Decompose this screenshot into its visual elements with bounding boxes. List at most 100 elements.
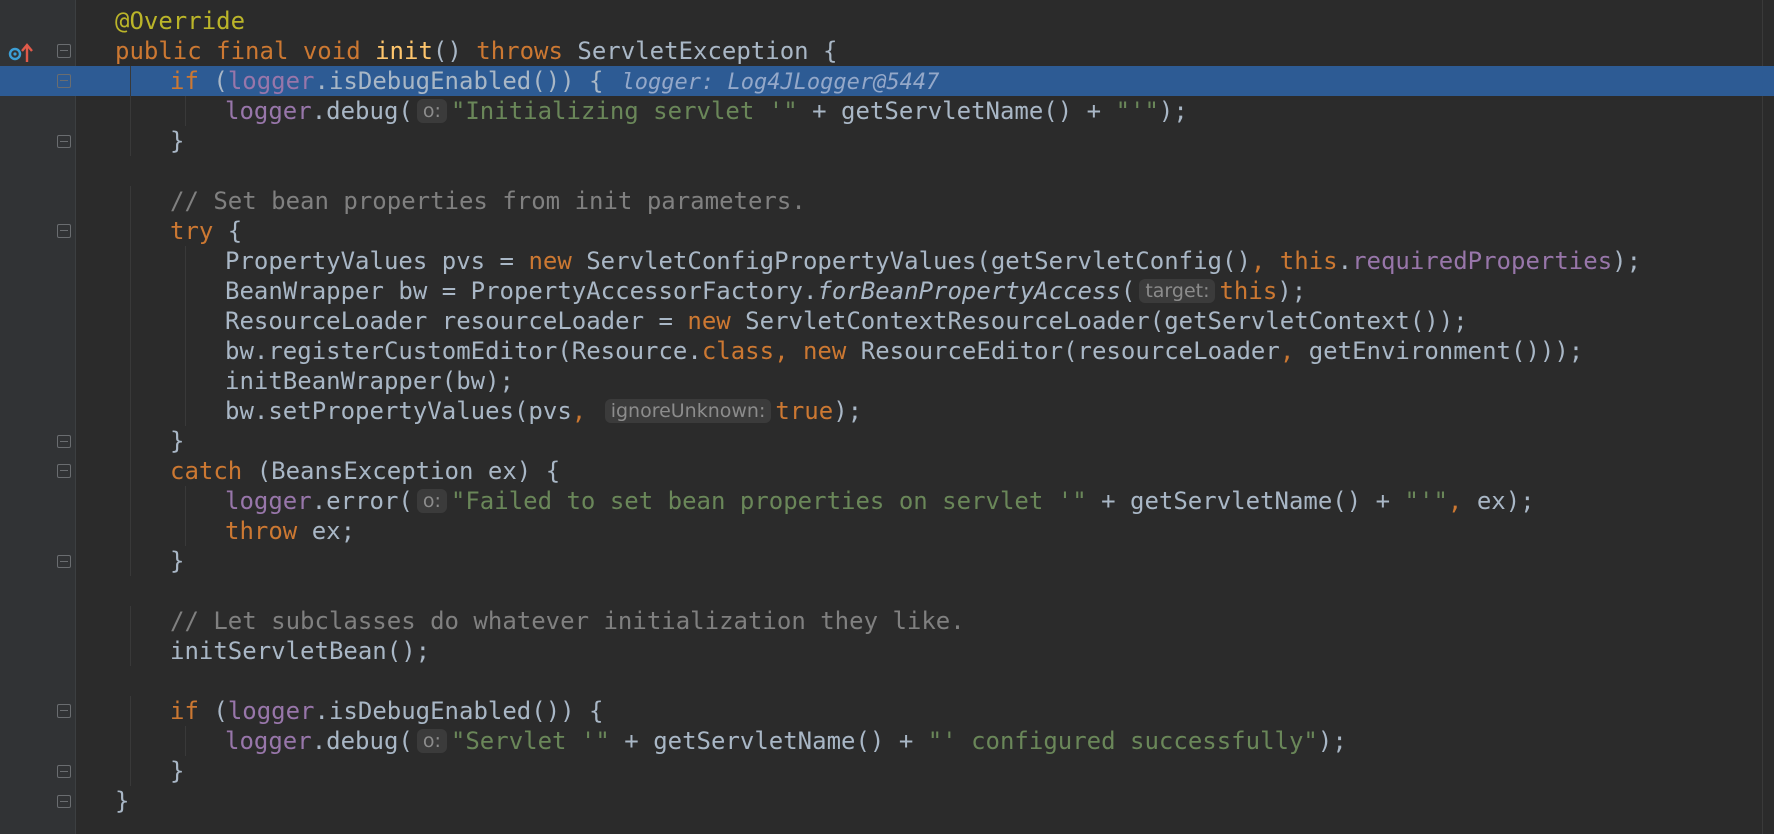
code-text: logger.error(o: "Failed to set bean prope… — [225, 486, 1535, 516]
code-text: } — [115, 786, 129, 816]
indent-guide — [130, 606, 131, 636]
code-token: "Failed to set bean properties on servle… — [450, 487, 1087, 515]
code-token: ); — [1277, 277, 1307, 305]
indent-guide — [130, 756, 131, 786]
code-line[interactable]: public final void init() throws ServletE… — [0, 36, 1774, 66]
code-token: .debug( — [311, 97, 413, 125]
code-line[interactable]: } — [0, 756, 1774, 786]
fold-toggle-icon[interactable] — [57, 704, 71, 718]
code-token: ); — [1317, 727, 1347, 755]
code-token: bw.setPropertyValues(pvs — [225, 397, 572, 425]
code-token: requiredProperties — [1352, 247, 1613, 275]
code-line[interactable] — [0, 156, 1774, 186]
code-token: , — [1279, 337, 1309, 365]
fold-toggle-icon[interactable] — [57, 435, 71, 448]
code-line[interactable]: @Override — [0, 6, 1774, 36]
fold-toggle-icon[interactable] — [57, 765, 71, 778]
code-line[interactable]: throw ex; — [0, 516, 1774, 546]
parameter-hint: ignoreUnknown: — [604, 399, 772, 423]
code-line[interactable] — [0, 576, 1774, 606]
code-token: .isDebugEnabled()) { — [314, 67, 604, 95]
code-text: } — [170, 546, 184, 576]
code-token: throw — [225, 517, 312, 545]
code-line[interactable]: initBeanWrapper(bw); — [0, 366, 1774, 396]
fold-toggle-icon[interactable] — [57, 224, 71, 238]
indent-guide — [185, 276, 186, 306]
code-line[interactable]: PropertyValues pvs = new ServletConfigPr… — [0, 246, 1774, 276]
code-line[interactable]: BeanWrapper bw = PropertyAccessorFactory… — [0, 276, 1774, 306]
fold-toggle-icon[interactable] — [57, 74, 71, 88]
code-line[interactable]: bw.registerCustomEditor(Resource.class, … — [0, 336, 1774, 366]
indent-guide — [130, 366, 131, 396]
code-line[interactable]: initServletBean(); — [0, 636, 1774, 666]
code-line[interactable]: } — [0, 786, 1774, 816]
code-token: initServletBean(); — [170, 637, 431, 665]
code-token: + getServletName() + — [797, 97, 1116, 125]
indent-guide — [185, 396, 186, 426]
code-line[interactable]: catch (BeansException ex) { — [0, 456, 1774, 486]
code-token: { — [227, 217, 243, 245]
indent-guide — [130, 546, 131, 576]
code-token: .error( — [311, 487, 413, 515]
fold-toggle-icon[interactable] — [57, 44, 71, 58]
fold-toggle-icon[interactable] — [57, 135, 71, 148]
indent-guide — [130, 396, 131, 426]
code-token: logger — [225, 487, 312, 515]
code-line[interactable] — [0, 666, 1774, 696]
code-token: "' configured successfully" — [927, 727, 1318, 755]
code-token: try — [170, 217, 228, 245]
code-line[interactable]: } — [0, 546, 1774, 576]
indent-guide — [185, 516, 186, 546]
parameter-hint: o: — [416, 489, 447, 513]
code-text: // Let subclasses do whatever initializa… — [170, 606, 965, 636]
code-token: ( — [213, 67, 228, 95]
code-token: } — [115, 787, 130, 815]
code-text: logger.debug(o: "Servlet '" + getServletN… — [225, 726, 1347, 756]
code-text: PropertyValues pvs = new ServletConfigPr… — [225, 246, 1641, 276]
code-token: ServletContextResourceLoader(getServletC… — [745, 307, 1468, 335]
code-token: ex; — [311, 517, 356, 545]
indent-guide — [130, 96, 131, 126]
indent-guide — [130, 516, 131, 546]
code-token: @Override — [115, 7, 246, 35]
code-token: ServletConfigPropertyValues(getServletCo… — [586, 247, 1251, 275]
code-text: logger.debug(o: "Initializing servlet '" … — [225, 96, 1188, 126]
indent-guide — [185, 96, 186, 126]
code-token: (BeansException ex) { — [256, 457, 561, 485]
code-line[interactable]: // Let subclasses do whatever initializa… — [0, 606, 1774, 636]
code-editor[interactable]: @Override public final void init() throws… — [0, 6, 1774, 816]
indent-guide — [185, 306, 186, 336]
code-token: logger — [225, 97, 312, 125]
fold-toggle-icon[interactable] — [57, 555, 71, 568]
fold-toggle-icon[interactable] — [57, 795, 71, 808]
indent-guide — [130, 126, 131, 156]
indent-guide — [185, 246, 186, 276]
code-token: } — [170, 427, 185, 455]
code-token: .debug( — [311, 727, 413, 755]
code-text: } — [170, 426, 184, 456]
code-token: getEnvironment())); — [1308, 337, 1584, 365]
code-token: () — [432, 37, 477, 65]
code-token: + getServletName() + — [1086, 487, 1405, 515]
code-line[interactable]: if (logger.isDebugEnabled()) { — [0, 696, 1774, 726]
code-line[interactable]: } — [0, 126, 1774, 156]
code-text: } — [170, 756, 184, 786]
code-line[interactable]: logger.debug(o: "Servlet '" + getServletN… — [0, 726, 1774, 756]
code-text: } — [170, 126, 184, 156]
execution-point-line[interactable]: if (logger.isDebugEnabled()) {logger: Lo… — [0, 66, 1774, 96]
indent-guide — [130, 426, 131, 456]
fold-toggle-icon[interactable] — [57, 464, 71, 478]
indent-guide — [130, 696, 131, 726]
code-line[interactable]: } — [0, 426, 1774, 456]
parameter-hint: o: — [416, 729, 447, 753]
code-line[interactable]: logger.debug(o: "Initializing servlet '" … — [0, 96, 1774, 126]
code-line[interactable]: logger.error(o: "Failed to set bean prope… — [0, 486, 1774, 516]
code-line[interactable]: // Set bean properties from init paramet… — [0, 186, 1774, 216]
code-line[interactable]: bw.setPropertyValues(pvs, ignoreUnknown:… — [0, 396, 1774, 426]
code-line[interactable]: try { — [0, 216, 1774, 246]
code-line[interactable]: ResourceLoader resourceLoader = new Serv… — [0, 306, 1774, 336]
indent-guide — [130, 336, 131, 366]
code-token: true — [775, 397, 834, 425]
code-token: , — [571, 397, 601, 425]
code-text: @Override — [115, 6, 245, 36]
